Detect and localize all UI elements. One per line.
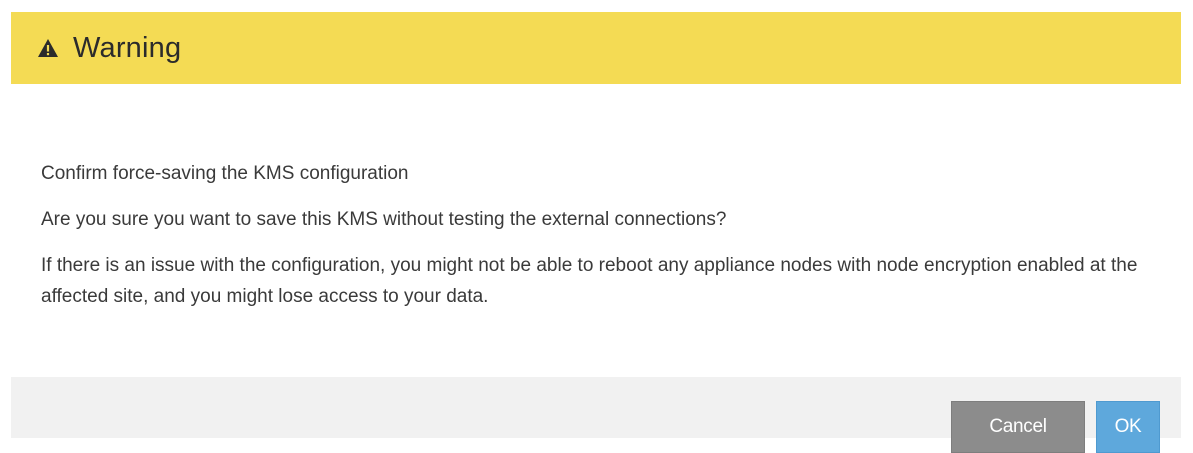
warning-detail: If there is an issue with the configurat… <box>41 255 1138 307</box>
warning-dialog: Warning Confirm force-saving the KMS con… <box>11 12 1181 453</box>
dialog-footer: Cancel OK <box>11 377 1181 453</box>
dialog-title: Warning <box>73 31 182 64</box>
cancel-button[interactable]: Cancel <box>951 401 1085 453</box>
confirm-heading: Confirm force-saving the KMS configurati… <box>41 163 409 184</box>
warning-triangle-icon <box>37 37 59 59</box>
dialog-body: Confirm force-saving the KMS configurati… <box>11 158 1181 312</box>
ok-button[interactable]: OK <box>1096 401 1160 453</box>
dialog-header: Warning <box>11 12 1181 84</box>
confirm-question: Are you sure you want to save this KMS w… <box>41 209 727 230</box>
